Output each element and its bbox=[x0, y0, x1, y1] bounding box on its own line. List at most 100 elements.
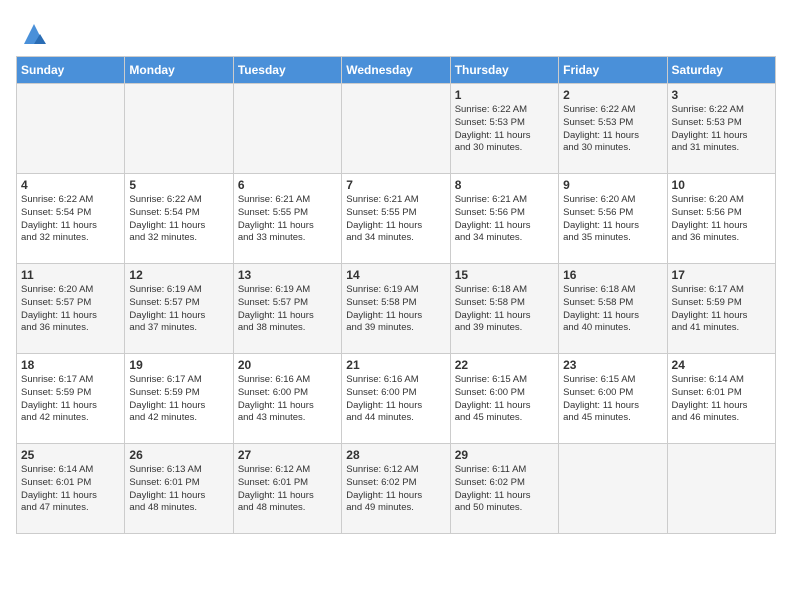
day-content: Sunrise: 6:12 AM Sunset: 6:02 PM Dayligh… bbox=[346, 464, 445, 515]
calendar-cell: 7 Sunrise: 6:21 AM Sunset: 5:55 PM Daylig… bbox=[342, 174, 450, 264]
calendar-cell: 26 Sunrise: 6:13 AM Sunset: 6:01 PM Dayli… bbox=[125, 444, 233, 534]
day-number: 9 bbox=[563, 178, 662, 192]
day-content: Sunrise: 6:15 AM Sunset: 6:00 PM Dayligh… bbox=[563, 374, 662, 425]
calendar-cell: 13 Sunrise: 6:19 AM Sunset: 5:57 PM Dayli… bbox=[233, 264, 341, 354]
header-day-sunday: Sunday bbox=[17, 57, 125, 84]
day-content: Sunrise: 6:17 AM Sunset: 5:59 PM Dayligh… bbox=[672, 284, 771, 335]
header-day-tuesday: Tuesday bbox=[233, 57, 341, 84]
logo-icon bbox=[20, 20, 48, 48]
calendar-cell: 29Sunrise: 6:11 AM Sunset: 6:02 PM Dayli… bbox=[450, 444, 558, 534]
calendar-cell: 18Sunrise: 6:17 AM Sunset: 5:59 PM Dayli… bbox=[17, 354, 125, 444]
day-content: Sunrise: 6:16 AM Sunset: 6:00 PM Dayligh… bbox=[346, 374, 445, 425]
calendar-body: 1 Sunrise: 6:22 AM Sunset: 5:53 PM Daylig… bbox=[17, 84, 776, 534]
day-number: 21 bbox=[346, 358, 445, 372]
day-number: 8 bbox=[455, 178, 554, 192]
calendar-cell: 17 Sunrise: 6:17 AM Sunset: 5:59 PM Dayli… bbox=[667, 264, 775, 354]
day-content: Sunrise: 6:22 AM Sunset: 5:53 PM Dayligh… bbox=[455, 104, 554, 155]
header-day-thursday: Thursday bbox=[450, 57, 558, 84]
calendar-cell: 4 Sunrise: 6:22 AM Sunset: 5:54 PM Daylig… bbox=[17, 174, 125, 264]
day-number: 26 bbox=[129, 448, 228, 462]
header-day-monday: Monday bbox=[125, 57, 233, 84]
calendar-cell: 3 Sunrise: 6:22 AM Sunset: 5:53 PM Daylig… bbox=[667, 84, 775, 174]
day-number: 4 bbox=[21, 178, 120, 192]
day-number: 3 bbox=[672, 88, 771, 102]
day-content: Sunrise: 6:22 AM Sunset: 5:53 PM Dayligh… bbox=[672, 104, 771, 155]
calendar-cell: 2 Sunrise: 6:22 AM Sunset: 5:53 PM Daylig… bbox=[559, 84, 667, 174]
header-row: SundayMondayTuesdayWednesdayThursdayFrid… bbox=[17, 57, 776, 84]
day-number: 2 bbox=[563, 88, 662, 102]
logo bbox=[16, 20, 48, 48]
calendar-cell: 27Sunrise: 6:12 AM Sunset: 6:01 PM Dayli… bbox=[233, 444, 341, 534]
day-number: 11 bbox=[21, 268, 120, 282]
day-content: Sunrise: 6:22 AM Sunset: 5:54 PM Dayligh… bbox=[129, 194, 228, 245]
day-number: 13 bbox=[238, 268, 337, 282]
day-content: Sunrise: 6:19 AM Sunset: 5:57 PM Dayligh… bbox=[129, 284, 228, 335]
calendar-week-3: 18Sunrise: 6:17 AM Sunset: 5:59 PM Dayli… bbox=[17, 354, 776, 444]
day-number: 14 bbox=[346, 268, 445, 282]
day-number: 17 bbox=[672, 268, 771, 282]
day-content: Sunrise: 6:20 AM Sunset: 5:56 PM Dayligh… bbox=[672, 194, 771, 245]
calendar-cell: 24 Sunrise: 6:14 AM Sunset: 6:01 PM Dayli… bbox=[667, 354, 775, 444]
calendar-cell: 22Sunrise: 6:15 AM Sunset: 6:00 PM Dayli… bbox=[450, 354, 558, 444]
calendar-cell bbox=[125, 84, 233, 174]
calendar-cell bbox=[17, 84, 125, 174]
calendar-cell: 8 Sunrise: 6:21 AM Sunset: 5:56 PM Daylig… bbox=[450, 174, 558, 264]
day-number: 10 bbox=[672, 178, 771, 192]
header bbox=[16, 16, 776, 48]
calendar-cell: 25Sunrise: 6:14 AM Sunset: 6:01 PM Dayli… bbox=[17, 444, 125, 534]
day-content: Sunrise: 6:21 AM Sunset: 5:56 PM Dayligh… bbox=[455, 194, 554, 245]
calendar-cell: 5 Sunrise: 6:22 AM Sunset: 5:54 PM Daylig… bbox=[125, 174, 233, 264]
day-content: Sunrise: 6:14 AM Sunset: 6:01 PM Dayligh… bbox=[21, 464, 120, 515]
day-content: Sunrise: 6:20 AM Sunset: 5:56 PM Dayligh… bbox=[563, 194, 662, 245]
calendar-cell: 23 Sunrise: 6:15 AM Sunset: 6:00 PM Dayli… bbox=[559, 354, 667, 444]
day-content: Sunrise: 6:20 AM Sunset: 5:57 PM Dayligh… bbox=[21, 284, 120, 335]
day-number: 12 bbox=[129, 268, 228, 282]
day-content: Sunrise: 6:16 AM Sunset: 6:00 PM Dayligh… bbox=[238, 374, 337, 425]
day-number: 20 bbox=[238, 358, 337, 372]
day-content: Sunrise: 6:19 AM Sunset: 5:58 PM Dayligh… bbox=[346, 284, 445, 335]
day-content: Sunrise: 6:14 AM Sunset: 6:01 PM Dayligh… bbox=[672, 374, 771, 425]
calendar-cell bbox=[559, 444, 667, 534]
calendar-cell: 11 Sunrise: 6:20 AM Sunset: 5:57 PM Dayli… bbox=[17, 264, 125, 354]
day-number: 24 bbox=[672, 358, 771, 372]
day-number: 7 bbox=[346, 178, 445, 192]
day-number: 23 bbox=[563, 358, 662, 372]
day-content: Sunrise: 6:22 AM Sunset: 5:53 PM Dayligh… bbox=[563, 104, 662, 155]
header-day-friday: Friday bbox=[559, 57, 667, 84]
calendar-week-2: 11 Sunrise: 6:20 AM Sunset: 5:57 PM Dayli… bbox=[17, 264, 776, 354]
day-content: Sunrise: 6:18 AM Sunset: 5:58 PM Dayligh… bbox=[455, 284, 554, 335]
day-content: Sunrise: 6:17 AM Sunset: 5:59 PM Dayligh… bbox=[21, 374, 120, 425]
calendar-cell bbox=[667, 444, 775, 534]
day-number: 1 bbox=[455, 88, 554, 102]
calendar-cell: 1 Sunrise: 6:22 AM Sunset: 5:53 PM Daylig… bbox=[450, 84, 558, 174]
day-number: 16 bbox=[563, 268, 662, 282]
day-content: Sunrise: 6:21 AM Sunset: 5:55 PM Dayligh… bbox=[238, 194, 337, 245]
day-number: 22 bbox=[455, 358, 554, 372]
calendar-cell bbox=[342, 84, 450, 174]
calendar-cell: 15Sunrise: 6:18 AM Sunset: 5:58 PM Dayli… bbox=[450, 264, 558, 354]
day-content: Sunrise: 6:17 AM Sunset: 5:59 PM Dayligh… bbox=[129, 374, 228, 425]
header-day-saturday: Saturday bbox=[667, 57, 775, 84]
calendar-cell: 16 Sunrise: 6:18 AM Sunset: 5:58 PM Dayli… bbox=[559, 264, 667, 354]
calendar-cell: 19 Sunrise: 6:17 AM Sunset: 5:59 PM Dayli… bbox=[125, 354, 233, 444]
day-content: Sunrise: 6:19 AM Sunset: 5:57 PM Dayligh… bbox=[238, 284, 337, 335]
calendar-week-1: 4 Sunrise: 6:22 AM Sunset: 5:54 PM Daylig… bbox=[17, 174, 776, 264]
calendar-cell bbox=[233, 84, 341, 174]
calendar-cell: 20 Sunrise: 6:16 AM Sunset: 6:00 PM Dayli… bbox=[233, 354, 341, 444]
header-day-wednesday: Wednesday bbox=[342, 57, 450, 84]
calendar-cell: 28Sunrise: 6:12 AM Sunset: 6:02 PM Dayli… bbox=[342, 444, 450, 534]
day-number: 19 bbox=[129, 358, 228, 372]
day-number: 5 bbox=[129, 178, 228, 192]
day-number: 29 bbox=[455, 448, 554, 462]
calendar-header: SundayMondayTuesdayWednesdayThursdayFrid… bbox=[17, 57, 776, 84]
day-content: Sunrise: 6:18 AM Sunset: 5:58 PM Dayligh… bbox=[563, 284, 662, 335]
calendar-cell: 21 Sunrise: 6:16 AM Sunset: 6:00 PM Dayli… bbox=[342, 354, 450, 444]
calendar-cell: 9 Sunrise: 6:20 AM Sunset: 5:56 PM Daylig… bbox=[559, 174, 667, 264]
calendar-cell: 10 Sunrise: 6:20 AM Sunset: 5:56 PM Dayli… bbox=[667, 174, 775, 264]
day-number: 6 bbox=[238, 178, 337, 192]
day-content: Sunrise: 6:13 AM Sunset: 6:01 PM Dayligh… bbox=[129, 464, 228, 515]
calendar-week-0: 1 Sunrise: 6:22 AM Sunset: 5:53 PM Daylig… bbox=[17, 84, 776, 174]
day-content: Sunrise: 6:22 AM Sunset: 5:54 PM Dayligh… bbox=[21, 194, 120, 245]
calendar-cell: 14 Sunrise: 6:19 AM Sunset: 5:58 PM Dayli… bbox=[342, 264, 450, 354]
day-content: Sunrise: 6:21 AM Sunset: 5:55 PM Dayligh… bbox=[346, 194, 445, 245]
